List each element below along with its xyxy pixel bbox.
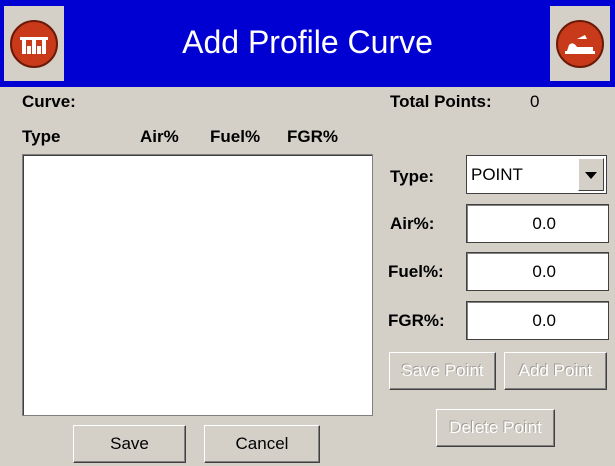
exit-button[interactable]	[550, 6, 610, 81]
curve-points-list[interactable]	[22, 154, 373, 416]
air-label: Air%:	[390, 214, 435, 233]
home-icon	[10, 20, 58, 68]
add-point-label: Add Point	[518, 361, 593, 380]
save-point-label: Save Point	[401, 361, 484, 380]
type-select-value: POINT	[471, 165, 523, 184]
cancel-button[interactable]: Cancel	[204, 425, 320, 463]
type-select[interactable]: POINT	[466, 155, 607, 194]
type-label: Type:	[390, 167, 435, 186]
add-point-button[interactable]: Add Point	[504, 352, 607, 390]
exit-icon	[556, 20, 604, 68]
fgr-field[interactable]: 0.0	[466, 301, 609, 340]
column-header-fuel: Fuel%	[210, 127, 261, 146]
title-bar: Add Profile Curve	[0, 0, 615, 87]
save-button[interactable]: Save	[73, 425, 186, 463]
save-point-button[interactable]: Save Point	[389, 352, 496, 390]
fuel-field[interactable]: 0.0	[466, 252, 609, 291]
column-header-type: Type	[22, 127, 61, 146]
air-field[interactable]: 0.0	[466, 204, 609, 243]
column-header-fgr: FGR%	[287, 127, 338, 146]
chevron-down-icon[interactable]	[578, 158, 604, 191]
delete-point-label: Delete Point	[449, 418, 542, 437]
delete-point-button[interactable]: Delete Point	[436, 409, 555, 447]
curve-label: Curve:	[22, 92, 76, 111]
total-points-value: 0	[530, 92, 540, 111]
fgr-label: FGR%:	[388, 311, 445, 330]
column-header-air: Air%	[140, 127, 179, 146]
page-title: Add Profile Curve	[182, 24, 433, 60]
total-points-label: Total Points:	[390, 92, 492, 111]
fuel-label: Fuel%:	[388, 262, 444, 281]
home-button[interactable]	[4, 6, 64, 81]
